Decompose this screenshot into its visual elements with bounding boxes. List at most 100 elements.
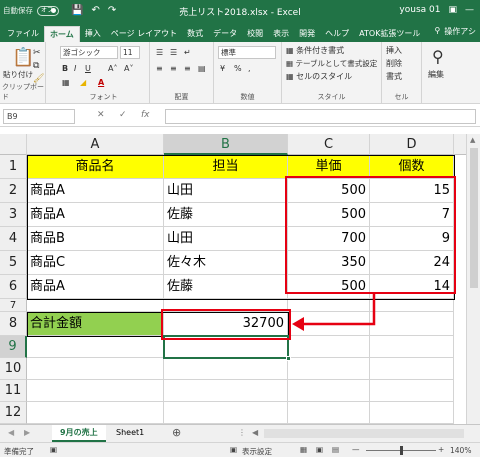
shrink-font-icon[interactable]: A˅ <box>124 64 133 74</box>
minimize-icon[interactable]: — <box>465 5 474 15</box>
underline-icon[interactable]: U <box>85 64 91 74</box>
tab-file[interactable]: ファイル <box>2 26 44 42</box>
ribbon-display-icon[interactable]: ▣ <box>448 5 457 15</box>
tab-review[interactable]: 校閲 <box>242 26 268 42</box>
format-as-table-button[interactable]: ▦ テーブルとして書式設定 <box>286 59 377 69</box>
sheet-tab-september[interactable]: 9月の売上 <box>52 425 106 442</box>
ribbon-tabs: ファイル ホーム 挿入 ページ レイアウト 数式 データ 校閲 表示 開発 ヘル… <box>0 22 480 42</box>
copy-icon[interactable]: ⧉ <box>33 61 39 71</box>
align-left-icon[interactable]: ≡ <box>156 64 163 74</box>
scrollbar-thumb[interactable] <box>470 148 478 288</box>
normal-view-icon[interactable]: ▦ <box>300 445 307 454</box>
scroll-left-icon[interactable]: ◀ <box>252 428 258 437</box>
grow-font-icon[interactable]: A˄ <box>108 64 117 74</box>
clipboard-group: 📋 貼り付け ✂ ⧉ 🖌 クリップボード <box>0 42 46 104</box>
italic-icon[interactable]: I <box>74 64 76 74</box>
tell-me-search[interactable]: 操作アシ <box>444 26 476 37</box>
macro-record-icon[interactable]: ▣ <box>50 445 57 454</box>
fill-color-icon[interactable]: ◢ <box>80 78 86 88</box>
alignment-group: ☰ ☰ ↵ ≡ ≡ ≡ ▤ 配置 <box>150 42 214 104</box>
status-bar: 準備完了 ▣ ▣ 表示設定 ▦ ▣ ▤ — + 140% <box>0 442 480 457</box>
table-icon: ▦ <box>286 59 294 68</box>
sheet-tab-sheet1[interactable]: Sheet1 <box>108 425 152 442</box>
delete-cells-button[interactable]: 削除 <box>386 59 402 69</box>
paste-button[interactable]: 貼り付け <box>3 70 33 80</box>
tab-atok[interactable]: ATOK拡張ツール <box>354 26 425 42</box>
page-layout-view-icon[interactable]: ▣ <box>316 445 323 454</box>
percent-icon[interactable]: % <box>234 64 242 74</box>
border-icon[interactable]: ▦ <box>62 78 70 88</box>
format-as-table-label: テーブルとして書式設定 <box>295 59 378 68</box>
font-group: 游ゴシック 11 B I U A˄ A˅ ▦ ◢ A フォント <box>58 42 150 104</box>
font-color-icon[interactable]: A <box>98 78 104 88</box>
clipboard-label: クリップボード <box>2 83 44 101</box>
tab-split-icon[interactable]: ⋮ <box>238 428 246 437</box>
conditional-format-icon: ▦ <box>286 46 294 55</box>
tab-insert[interactable]: 挿入 <box>80 26 106 42</box>
bold-icon[interactable]: B <box>62 64 68 74</box>
styles-label: スタイル <box>317 93 346 101</box>
zoom-out-icon[interactable]: — <box>352 445 360 454</box>
spreadsheet-grid: A B C D 1 2 3 4 5 6 7 8 9 10 11 12 商品名 担… <box>0 134 480 424</box>
display-settings-icon[interactable]: ▣ <box>230 445 237 454</box>
page-break-view-icon[interactable]: ▤ <box>332 445 339 454</box>
user-name[interactable]: yousa 01 <box>399 5 440 15</box>
align-center-icon[interactable]: ≡ <box>170 64 177 74</box>
align-top-icon[interactable]: ☰ <box>156 48 163 58</box>
insert-function-icon[interactable]: fx <box>141 110 150 120</box>
cell-styles-button[interactable]: ▦ セルのスタイル <box>286 72 352 82</box>
conditional-format-label: 条件付き書式 <box>296 46 345 55</box>
paste-icon[interactable]: 📋 <box>12 48 34 68</box>
sheet-tabs-bar: ◀ ▶ 9月の売上 Sheet1 ⊕ ⋮ ◀ <box>0 424 480 442</box>
insert-cells-button[interactable]: 挿入 <box>386 46 402 56</box>
editing-button[interactable]: 編集 <box>428 70 444 80</box>
vertical-scrollbar[interactable]: ▲ <box>466 134 480 424</box>
font-size-select[interactable]: 11 <box>120 46 140 59</box>
tab-home[interactable]: ホーム <box>44 26 80 42</box>
next-sheet-icon[interactable]: ▶ <box>24 428 30 437</box>
formula-bar: B9 ✕ ✓ fx <box>0 105 480 127</box>
tab-developer[interactable]: 開発 <box>294 26 320 42</box>
format-cells-button[interactable]: 書式 <box>386 72 402 82</box>
ready-status: 準備完了 <box>4 447 34 456</box>
align-middle-icon[interactable]: ☰ <box>170 48 177 58</box>
conditional-format-button[interactable]: ▦ 条件付き書式 <box>286 46 344 56</box>
zoom-in-icon[interactable]: + <box>438 445 444 454</box>
tab-view[interactable]: 表示 <box>268 26 294 42</box>
cut-icon[interactable]: ✂ <box>33 48 41 58</box>
zoom-slider-thumb[interactable] <box>400 446 403 455</box>
wrap-text-icon[interactable]: ↵ <box>184 48 191 58</box>
cells-label: セル <box>394 93 409 101</box>
prev-sheet-icon[interactable]: ◀ <box>8 428 14 437</box>
display-settings-button[interactable]: 表示設定 <box>242 446 272 457</box>
enter-icon[interactable]: ✓ <box>119 110 127 120</box>
currency-icon[interactable]: ¥ <box>220 64 225 74</box>
align-right-icon[interactable]: ≡ <box>184 64 191 74</box>
tab-data[interactable]: データ <box>208 26 242 42</box>
tab-page-layout[interactable]: ページ レイアウト <box>106 26 182 42</box>
comma-icon[interactable]: , <box>248 64 251 74</box>
find-icon[interactable]: ⚲ <box>432 48 444 66</box>
formula-input[interactable] <box>165 109 476 124</box>
number-format-select[interactable]: 標準 <box>218 46 276 59</box>
horizontal-scrollbar[interactable] <box>264 429 464 438</box>
name-box[interactable]: B9 <box>3 109 75 124</box>
zoom-level[interactable]: 140% <box>450 446 471 455</box>
number-group: 標準 ¥ % , 数値 <box>214 42 282 104</box>
font-name-select[interactable]: 游ゴシック <box>60 46 118 59</box>
title-bar: 自動保存 オフ 💾 ↶ ↷ 売上リスト2018.xlsx - Excel you… <box>0 0 480 22</box>
add-sheet-icon[interactable]: ⊕ <box>172 426 181 439</box>
cell-style-icon: ▦ <box>286 72 294 81</box>
scroll-up-icon[interactable]: ▲ <box>470 136 475 144</box>
tab-formulas[interactable]: 数式 <box>182 26 208 42</box>
number-label: 数値 <box>240 93 255 101</box>
merge-icon[interactable]: ▤ <box>198 64 206 74</box>
tab-help[interactable]: ヘルプ <box>320 26 354 42</box>
cancel-icon[interactable]: ✕ <box>97 110 105 120</box>
cells-group: 挿入 削除 書式 セル <box>382 42 422 104</box>
search-icon[interactable]: ⚲ <box>434 26 440 37</box>
styles-group: ▦ 条件付き書式 ▦ テーブルとして書式設定 ▦ セルのスタイル スタイル <box>282 42 382 104</box>
editing-group: ⚲ 編集 <box>422 42 462 104</box>
annotation-arrow-icon <box>292 294 376 331</box>
cell-styles-label: セルのスタイル <box>296 72 353 81</box>
